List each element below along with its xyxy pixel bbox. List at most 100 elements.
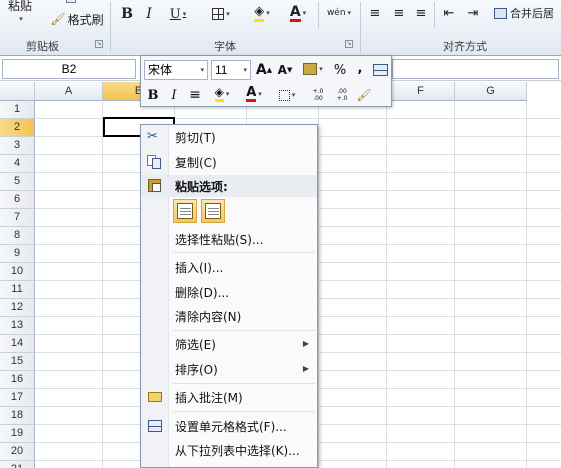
row-header[interactable]: 15 xyxy=(0,353,35,371)
grow-font-icon: A xyxy=(255,62,267,78)
decrease-decimal-button[interactable]: .00 +.0 xyxy=(331,86,353,104)
column-header[interactable]: F xyxy=(387,82,455,101)
font-name-value: 宋体 xyxy=(148,63,173,77)
copy-ribbon-icon xyxy=(66,0,76,3)
mini-borders-button[interactable]: ▾ xyxy=(273,86,301,104)
font-name-combo[interactable]: 宋体 ▾ xyxy=(144,60,208,80)
clipboard-launcher-icon[interactable]: ↘ xyxy=(95,40,103,48)
mini-font-color-button[interactable]: A ▾ xyxy=(239,85,269,103)
paste-button[interactable]: 粘贴 xyxy=(2,0,38,13)
row-header[interactable]: 5 xyxy=(0,173,35,191)
name-box[interactable]: B2 xyxy=(2,59,136,79)
menu-item-label: 插入(I)... xyxy=(175,261,224,275)
row-header[interactable]: 14 xyxy=(0,335,35,353)
row-header[interactable]: 10 xyxy=(0,263,35,281)
decrease-indent-icon: ⇤ xyxy=(443,5,455,21)
submenu-arrow-icon: ▶ xyxy=(302,339,309,348)
row-header[interactable]: 7 xyxy=(0,209,35,227)
format-table-button[interactable] xyxy=(371,61,389,79)
phonetic-button[interactable]: wén ▾ xyxy=(322,2,356,24)
align-center-button[interactable]: ≡ xyxy=(390,4,408,22)
paste-option-default[interactable] xyxy=(201,199,225,223)
paste-dropdown[interactable]: ▾ xyxy=(14,14,26,24)
menu-item-clear-contents[interactable]: 清除内容(N) xyxy=(141,304,317,328)
format-cells-icon xyxy=(147,418,163,434)
row-header[interactable]: 19 xyxy=(0,425,35,443)
font-launcher-icon[interactable]: ↘ xyxy=(345,40,353,48)
menu-item-pick-from-list[interactable]: 从下拉列表中选择(K)... xyxy=(141,438,317,462)
mini-bold-button[interactable]: B xyxy=(144,86,162,104)
increase-indent-button[interactable]: ⇥ xyxy=(464,4,482,22)
borders-icon xyxy=(278,89,290,101)
underline-button[interactable]: U ▾ xyxy=(162,4,194,24)
italic-button[interactable]: I xyxy=(140,4,158,24)
shrink-font-button[interactable]: A ▼ xyxy=(276,61,294,79)
row-header[interactable]: 16 xyxy=(0,371,35,389)
menu-item-sort[interactable]: 排序(O) ▶ xyxy=(141,357,317,381)
menu-item-insert-comment[interactable]: 插入批注(M) xyxy=(141,385,317,409)
menu-item-filter[interactable]: 筛选(E) ▶ xyxy=(141,332,317,356)
mini-center-button[interactable]: ≡ xyxy=(186,86,204,104)
row-header[interactable]: 3 xyxy=(0,137,35,155)
menu-item-cut[interactable]: ✂ 剪切(T) xyxy=(141,125,317,149)
formula-input[interactable] xyxy=(392,59,559,79)
grow-font-button[interactable]: A ▲ xyxy=(255,61,273,79)
font-color-button[interactable]: A ▾ xyxy=(282,2,314,24)
menu-item-copy[interactable]: 复制(C) xyxy=(141,150,317,174)
shrink-font-icon: A xyxy=(277,63,287,77)
merge-center-button[interactable]: 合并后居 xyxy=(494,4,561,22)
comma-icon: , xyxy=(357,60,363,76)
align-left-icon: ≡ xyxy=(369,5,381,21)
mini-fill-color-button[interactable]: ◈ ▾ xyxy=(207,85,237,103)
format-painter-button[interactable]: 🖌 格式刷 xyxy=(48,10,106,28)
clipboard-group-label: 剪贴板 xyxy=(26,40,59,53)
font-color-icon: A xyxy=(289,3,301,22)
row-header[interactable]: 21 xyxy=(0,461,35,468)
align-group-label: 对齐方式 xyxy=(443,40,487,53)
borders-button[interactable]: ▾ xyxy=(204,4,238,24)
menu-item-label: 剪切(T) xyxy=(175,131,216,145)
select-all-corner[interactable] xyxy=(0,82,35,101)
increase-decimal-button[interactable]: +.0 .00 xyxy=(307,86,329,104)
menu-item-paste-special[interactable]: 选择性粘贴(S)... xyxy=(141,227,317,251)
row-header[interactable]: 6 xyxy=(0,191,35,209)
menu-item-label: 设置单元格格式(F)... xyxy=(175,420,287,434)
row-header[interactable]: 1 xyxy=(0,101,35,119)
menu-item-insert[interactable]: 插入(I)... xyxy=(141,255,317,279)
row-header[interactable]: 12 xyxy=(0,299,35,317)
align-right-button[interactable]: ≡ xyxy=(412,4,430,22)
row-header[interactable]: 9 xyxy=(0,245,35,263)
column-header[interactable]: G xyxy=(455,82,527,101)
paste-label: 粘贴 xyxy=(7,0,32,13)
comma-button[interactable]: , xyxy=(351,59,369,77)
mini-italic-button[interactable]: I xyxy=(165,86,183,104)
clipboard-icon xyxy=(147,178,163,194)
paste-option-keep-format[interactable] xyxy=(173,199,197,223)
row-header[interactable]: 4 xyxy=(0,155,35,173)
row-header[interactable]: 11 xyxy=(0,281,35,299)
copy-ribbon-button[interactable] xyxy=(50,0,92,4)
row-header[interactable]: 13 xyxy=(0,317,35,335)
font-size-combo[interactable]: 11 ▾ xyxy=(211,60,251,80)
currency-button[interactable]: ▾ xyxy=(299,60,327,78)
bold-button[interactable]: B xyxy=(118,4,136,24)
ribbon-divider xyxy=(434,2,435,28)
fill-color-button[interactable]: ◈ ▾ xyxy=(246,2,278,24)
align-left-button[interactable]: ≡ xyxy=(366,4,384,22)
column-header[interactable]: A xyxy=(35,82,103,101)
menu-item-delete[interactable]: 删除(D)... xyxy=(141,280,317,304)
context-menu: ✂ 剪切(T) 复制(C) 粘贴选项: 选择性粘贴(S)... 插入(I)...… xyxy=(140,124,318,468)
borders-icon xyxy=(212,8,225,20)
decrease-indent-button[interactable]: ⇤ xyxy=(440,4,458,22)
menu-item-format-cells[interactable]: 设置单元格格式(F)... xyxy=(141,414,317,438)
row-header[interactable]: 2 xyxy=(0,119,35,137)
chevron-down-icon: ▾ xyxy=(200,66,204,74)
mini-format-painter-button[interactable]: 🖌 xyxy=(355,86,373,104)
row-header[interactable]: 18 xyxy=(0,407,35,425)
row-header[interactable]: 20 xyxy=(0,443,35,461)
ribbon-divider xyxy=(360,2,361,52)
row-header[interactable]: 17 xyxy=(0,389,35,407)
paste-brush-icon xyxy=(177,203,193,219)
percent-button[interactable]: % xyxy=(331,61,349,79)
row-header[interactable]: 8 xyxy=(0,227,35,245)
